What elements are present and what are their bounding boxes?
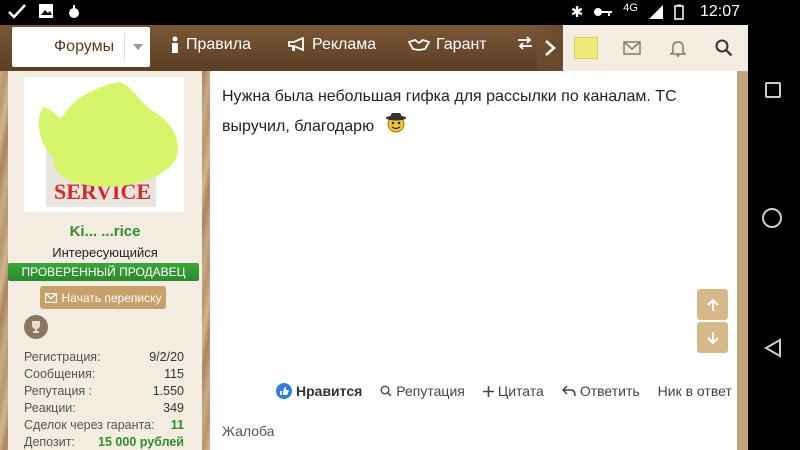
- post-message: Нужна была небольшая гифка для рассылки …: [222, 83, 722, 143]
- quote-button[interactable]: Цитата: [482, 383, 544, 399]
- nav-item-ads-label: Реклама: [312, 36, 377, 53]
- recents-button[interactable]: [765, 82, 781, 98]
- thumbs-up-icon: [276, 383, 292, 399]
- megaphone-icon: [288, 37, 304, 52]
- search-icon: [380, 385, 392, 397]
- handshake-icon: [408, 38, 430, 51]
- stat-reputation: Репутация :1.550: [24, 384, 184, 398]
- post-message-text: Нужна была небольшая гифка для рассылки …: [222, 88, 677, 136]
- plus-icon: [482, 385, 494, 397]
- bluetooth-icon: ✱: [570, 4, 584, 21]
- post-actions: Нравится Репутация Цитата Ответить Ник в…: [276, 383, 732, 399]
- bell-icon: [670, 41, 686, 57]
- stat-guarantor-deals: Сделок через гаранта: 11: [24, 418, 184, 432]
- cowboy-smiley-icon: [385, 111, 407, 143]
- info-icon: [172, 36, 178, 53]
- nav-tab-forums-label: Форумы: [54, 38, 115, 55]
- user-icon-strip: [563, 25, 748, 71]
- scroll-down-button[interactable]: [697, 322, 728, 353]
- arrow-down-icon: [706, 331, 719, 344]
- image-icon: [39, 4, 53, 18]
- clock: 12:07: [699, 3, 740, 20]
- scroll-up-button[interactable]: [697, 289, 728, 320]
- signal-icon: [648, 5, 663, 19]
- reply-icon: [561, 385, 576, 397]
- report-link[interactable]: Жалоба: [222, 423, 274, 439]
- right-wood-strip: [737, 71, 748, 450]
- nav-item-rules[interactable]: Правила: [170, 36, 251, 54]
- username[interactable]: Ki... ...rice: [8, 223, 202, 240]
- reputation-label: Репутация: [396, 383, 465, 399]
- nav-item-rules-label: Правила: [186, 36, 251, 53]
- quote-label: Цитата: [497, 383, 544, 399]
- like-button[interactable]: Нравится: [276, 383, 362, 399]
- nick-reply-button[interactable]: Ник в ответ: [658, 383, 732, 399]
- trophy-icon[interactable]: [24, 315, 48, 339]
- envelope-icon: [623, 41, 641, 55]
- reply-button[interactable]: Ответить: [561, 383, 640, 399]
- user-avatar-small[interactable]: [563, 25, 609, 71]
- chevron-down-icon[interactable]: [124, 33, 150, 61]
- arrows-exchange-icon: [518, 36, 532, 50]
- stat-registration: Регистрация: 9/2/20: [24, 350, 184, 364]
- inbox-button[interactable]: [609, 25, 655, 71]
- battery-icon: [674, 4, 684, 20]
- nav-item-guarantor[interactable]: Гарант: [408, 36, 487, 54]
- screen: ✱ 4G 12:07 Форумы Правила Реклама Гарант…: [0, 0, 800, 450]
- alerts-button[interactable]: [655, 25, 701, 71]
- check-icon: [8, 4, 26, 19]
- post-body: Нужна была небольшая гифка для рассылки …: [210, 71, 737, 450]
- forum-top-nav: Форумы Правила Реклама Гарант: [0, 25, 748, 71]
- start-conversation-button[interactable]: Начать переписку: [40, 286, 166, 309]
- status-right-icons: ✱ 4G 12:07: [570, 2, 740, 21]
- nav-item-guarantor-label: Гарант: [436, 36, 487, 53]
- chevron-right-icon: [545, 40, 556, 56]
- status-left-icons: [8, 3, 82, 19]
- user-card: SERVICE Ki... ...rice Интересующийся ПРО…: [8, 71, 202, 450]
- nav-tab-forums[interactable]: Форумы: [12, 27, 150, 67]
- envelope-icon: [44, 292, 57, 303]
- stat-messages: Сообщения: 115: [24, 367, 184, 381]
- nav-item-ads[interactable]: Реклама: [288, 36, 376, 54]
- user-stats: Регистрация: 9/2/20 Сообщения: 115 Репутац…: [24, 349, 184, 450]
- nav-scroll-right-button[interactable]: [537, 25, 563, 71]
- start-conversation-label: Начать переписку: [61, 290, 162, 305]
- network-type: 4G: [623, 2, 638, 14]
- verified-seller-badge: ПРОВЕРЕННЫЙ ПРОДАВЕЦ: [8, 263, 199, 281]
- key-icon: [594, 8, 613, 16]
- user-title: Интересующийся: [52, 245, 158, 260]
- status-bar: ✱ 4G 12:07: [0, 0, 748, 25]
- search-button[interactable]: [701, 25, 747, 71]
- stat-reactions: Реакции: 349: [24, 401, 184, 415]
- bomb-icon: [69, 5, 79, 18]
- reply-label: Ответить: [579, 383, 640, 399]
- reputation-button[interactable]: Репутация: [380, 383, 465, 399]
- stat-deposit: Депозит: 15 000 рублей: [24, 435, 184, 449]
- search-icon: [715, 39, 733, 57]
- nav-item-exchange[interactable]: [516, 36, 534, 50]
- home-button[interactable]: [762, 208, 782, 228]
- back-button[interactable]: [764, 338, 782, 358]
- arrow-up-icon: [706, 298, 719, 311]
- like-label: Нравится: [296, 383, 363, 399]
- nick-reply-label: Ник в ответ: [657, 383, 732, 399]
- avatar[interactable]: SERVICE: [24, 77, 184, 212]
